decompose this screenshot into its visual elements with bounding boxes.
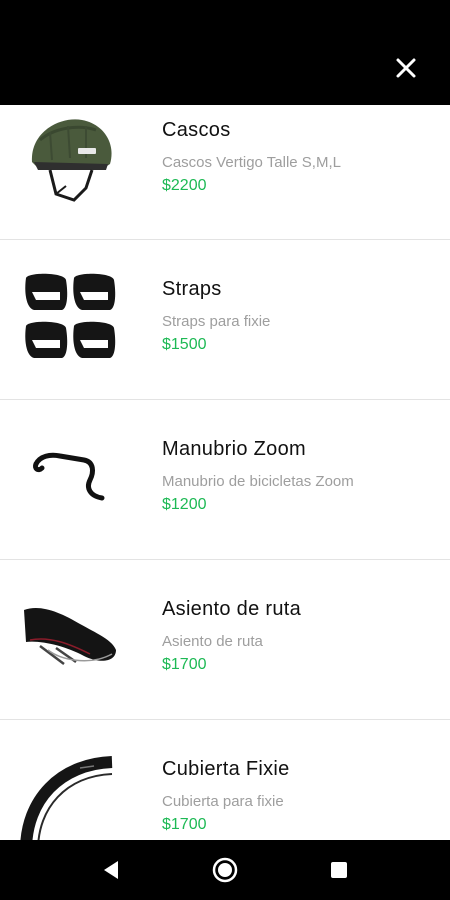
system-navigation-bar — [0, 840, 450, 900]
product-description: Manubrio de bicicletas Zoom — [162, 473, 354, 490]
straps-image — [20, 270, 120, 370]
handlebar-image — [20, 430, 120, 530]
product-name: Cubierta Fixie — [162, 758, 290, 780]
product-description: Straps para fixie — [162, 313, 271, 330]
saddle-image — [20, 590, 120, 690]
product-description: Cubierta para fixie — [162, 793, 284, 810]
tire-image — [20, 750, 120, 840]
product-price: $1200 — [162, 496, 207, 513]
product-price: $2200 — [162, 177, 207, 194]
list-item-straps[interactable]: Straps Straps para fixie $1500 — [0, 240, 450, 400]
product-name: Cascos — [162, 119, 231, 141]
product-name: Straps — [162, 278, 222, 300]
product-price: $1500 — [162, 336, 207, 353]
helmet-image — [20, 110, 120, 210]
product-name: Manubrio Zoom — [162, 438, 306, 460]
recents-button[interactable] — [325, 856, 353, 884]
back-triangle-icon — [104, 861, 118, 879]
product-description: Asiento de ruta — [162, 633, 263, 650]
close-icon — [396, 58, 416, 78]
product-price: $1700 — [162, 816, 207, 833]
product-list[interactable]: Cascos Cascos Vertigo Talle S,M,L $2200 — [0, 105, 450, 840]
list-item-cascos[interactable]: Cascos Cascos Vertigo Talle S,M,L $2200 — [0, 105, 450, 240]
home-circle-icon — [212, 857, 238, 883]
product-description: Cascos Vertigo Talle S,M,L — [162, 154, 341, 171]
list-item-asiento[interactable]: Asiento de ruta Asiento de ruta $1700 — [0, 560, 450, 720]
top-bar — [0, 0, 450, 105]
recents-square-icon — [331, 862, 347, 878]
list-item-cubierta[interactable]: Cubierta Fixie Cubierta para fixie $1700 — [0, 720, 450, 840]
product-name: Asiento de ruta — [162, 598, 302, 620]
close-button[interactable] — [392, 54, 420, 82]
list-item-manubrio[interactable]: Manubrio Zoom Manubrio de bicicletas Zoo… — [0, 400, 450, 560]
back-button[interactable] — [98, 856, 126, 884]
product-price: $1700 — [162, 656, 207, 673]
home-button[interactable] — [211, 856, 239, 884]
